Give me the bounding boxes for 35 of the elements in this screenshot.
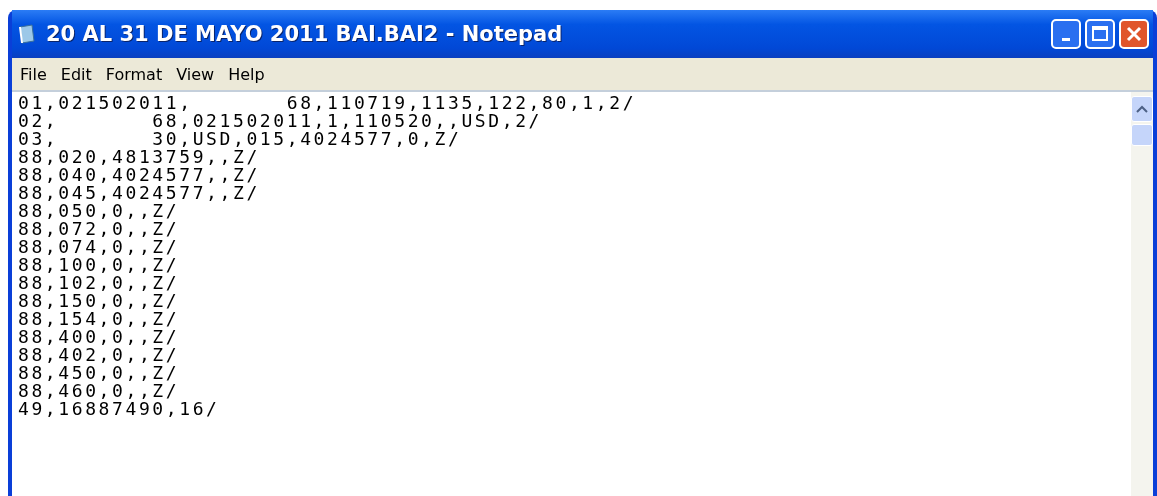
text-line: 88,050,0,,Z/ bbox=[18, 202, 180, 220]
close-icon bbox=[1126, 26, 1142, 42]
scroll-up-button[interactable] bbox=[1131, 96, 1153, 122]
window-title: 20 AL 31 DE MAYO 2011 BAI.BAI2 - Notepad bbox=[46, 22, 564, 46]
text-line: 88,072,0,,Z/ bbox=[18, 220, 180, 238]
scrollbar-thumb[interactable] bbox=[1131, 124, 1153, 146]
menu-item[interactable]: Format bbox=[101, 62, 167, 86]
text-line: 88,100,0,,Z/ bbox=[18, 256, 180, 274]
caret-up-icon bbox=[1135, 105, 1149, 113]
text-line: 03, 30,USD,015,4024577,0,Z/ bbox=[18, 130, 462, 148]
maximize-icon bbox=[1092, 26, 1108, 42]
minimize-icon bbox=[1062, 37, 1070, 41]
text-line: 88,450,0,,Z/ bbox=[18, 364, 180, 382]
text-line: 88,040,4024577,,Z/ bbox=[18, 166, 260, 184]
menu-item[interactable]: Help bbox=[224, 62, 269, 86]
text-line: 88,400,0,,Z/ bbox=[18, 328, 180, 346]
text-line: 88,074,0,,Z/ bbox=[18, 238, 180, 256]
vertical-scrollbar[interactable] bbox=[1131, 92, 1153, 496]
minimize-button[interactable] bbox=[1051, 19, 1081, 49]
text-line: 49,16887490,16/ bbox=[18, 400, 220, 418]
close-button[interactable] bbox=[1119, 19, 1149, 49]
text-line: 88,154,0,,Z/ bbox=[18, 310, 180, 328]
text-line: 88,102,0,,Z/ bbox=[18, 274, 180, 292]
text-line: 88,460,0,,Z/ bbox=[18, 382, 180, 400]
text-line: 01,021502011, 68,110719,1135,122,80,1,2/ bbox=[18, 94, 637, 112]
menu-item[interactable]: File bbox=[16, 62, 51, 86]
text-line: 88,045,4024577,,Z/ bbox=[18, 184, 260, 202]
text-line: 88,150,0,,Z/ bbox=[18, 292, 180, 310]
menu-item[interactable]: View bbox=[172, 62, 219, 86]
menu-item[interactable]: Edit bbox=[56, 62, 96, 86]
text-line: 88,020,4813759,,Z/ bbox=[18, 148, 260, 166]
notepad-icon bbox=[18, 24, 36, 44]
text-line: 02, 68,021502011,1,110520,,USD,2/ bbox=[18, 112, 543, 130]
maximize-button[interactable] bbox=[1085, 19, 1115, 49]
text-line: 88,402,0,,Z/ bbox=[18, 346, 180, 364]
